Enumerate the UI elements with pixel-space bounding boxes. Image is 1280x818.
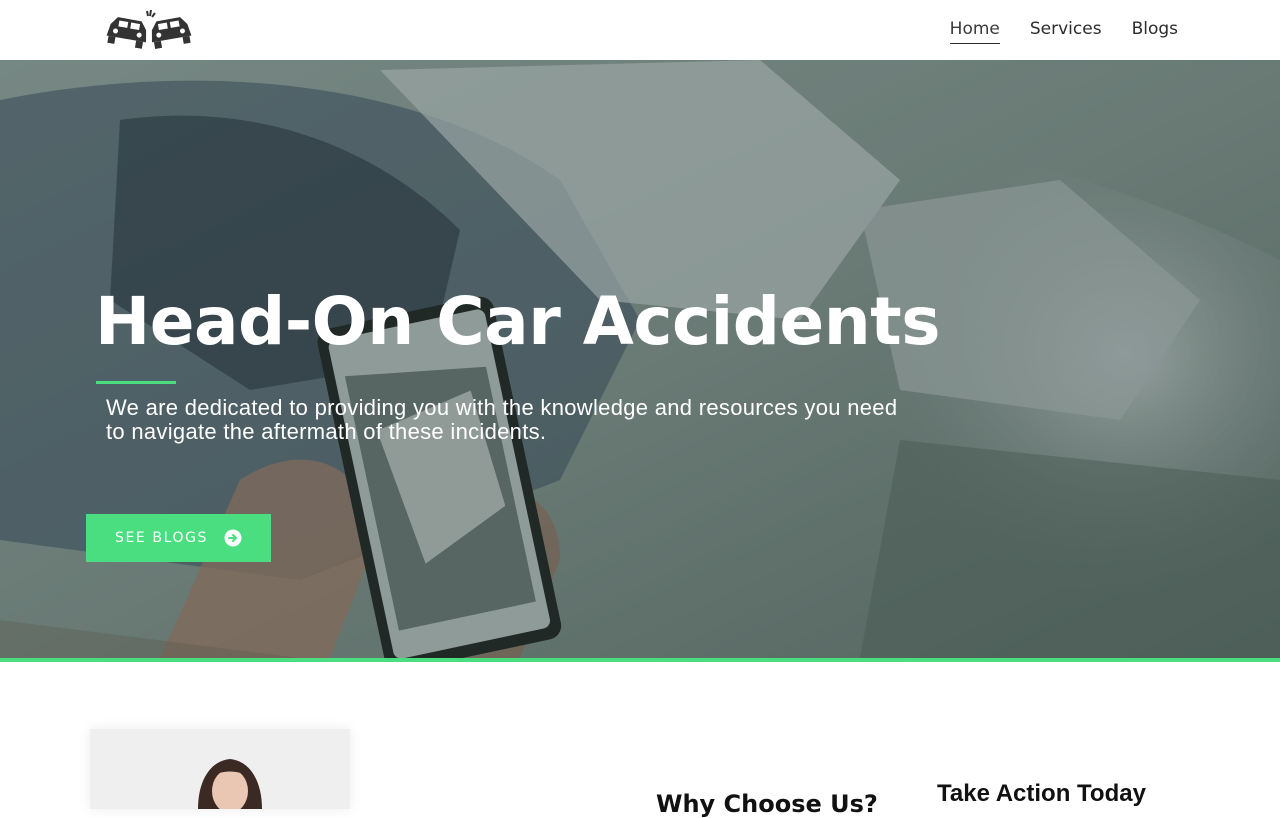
main-nav: Home Services Blogs	[949, 17, 1178, 44]
site-header: Home Services Blogs	[0, 0, 1280, 60]
arrow-circle-right-icon	[224, 529, 242, 547]
take-action-heading: Take Action Today	[937, 780, 1146, 807]
logo[interactable]	[103, 9, 195, 51]
hero-section: Head-On Car Accidents We are dedicated t…	[0, 60, 1280, 658]
hero-subtitle: We are dedicated to providing you with t…	[106, 395, 898, 444]
nav-link-home[interactable]: Home	[949, 17, 1000, 44]
hero-title: Head-On Car Accidents	[95, 283, 941, 360]
person-photo	[90, 729, 350, 809]
hero-bottom-border	[0, 658, 1280, 662]
car-crash-icon	[106, 9, 192, 49]
hero-title-divider	[96, 381, 176, 384]
nav-link-blogs[interactable]: Blogs	[1132, 17, 1178, 44]
see-blogs-button-label: SEE BLOGS	[114, 530, 209, 546]
nav-link-services[interactable]: Services	[1030, 17, 1102, 44]
profile-photo	[90, 729, 350, 809]
why-choose-us-heading: Why Choose Us?	[656, 790, 878, 818]
see-blogs-button[interactable]: SEE BLOGS	[86, 514, 271, 562]
